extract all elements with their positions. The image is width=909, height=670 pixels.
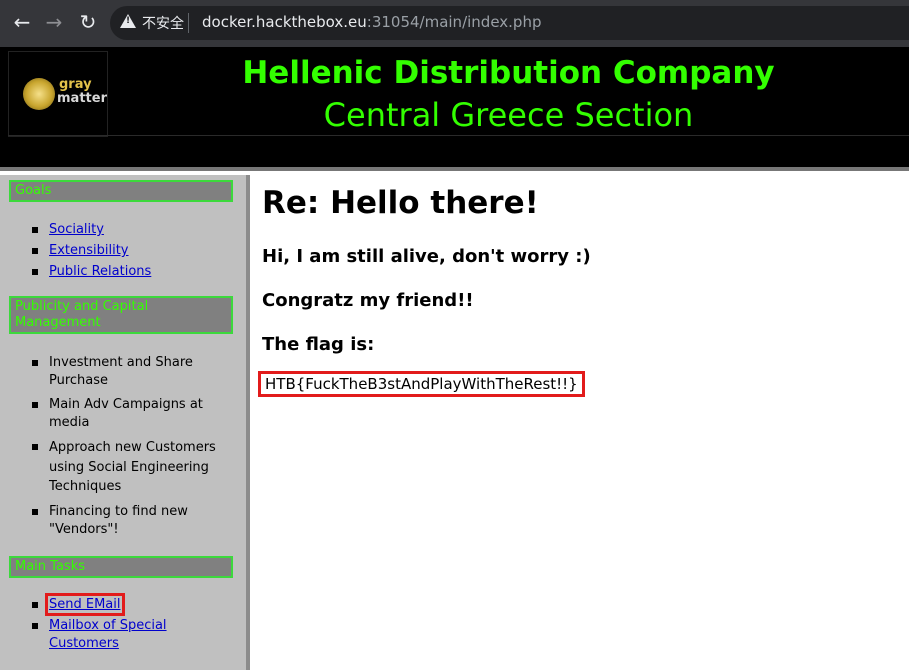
message-line-1: Hi, I am still alive, don't worry :) (262, 246, 591, 267)
publicity-list: Investment and Share Purchase Main Adv C… (30, 354, 230, 539)
link-public-relations[interactable]: Public Relations (49, 264, 151, 279)
sidebar: Goals Sociality Extensibility Public Rel… (0, 175, 250, 670)
list-item: Approach new Customers using Social Engi… (30, 438, 230, 497)
back-icon[interactable]: ← (10, 10, 34, 34)
address-divider (188, 13, 189, 33)
site-header: gray matter Hellenic Distribution Compan… (0, 47, 909, 171)
sidebar-title-main-tasks: Main Tasks (9, 556, 233, 578)
url-path: :31054/main/index.php (366, 13, 542, 31)
url-text[interactable]: docker.hackthebox.eu:31054/main/index.ph… (202, 13, 541, 31)
reload-icon[interactable]: ↻ (76, 10, 100, 34)
section-subtitle: Central Greece Section (323, 96, 694, 134)
main-content: Re: Hello there! Hi, I am still alive, d… (254, 175, 909, 670)
list-item: Main Adv Campaigns at media (30, 396, 230, 432)
list-item: Sociality (30, 221, 230, 242)
list-item: Investment and Share Purchase (30, 354, 230, 390)
list-item: Extensibility (30, 242, 230, 263)
message-line-2: Congratz my friend!! (262, 290, 474, 311)
link-sociality[interactable]: Sociality (49, 222, 104, 237)
list-item: Mailbox of Special Customers (30, 617, 230, 653)
message-line-3: The flag is: (262, 334, 375, 355)
browser-toolbar: ← → ↻ ! 不安全 docker.hackthebox.eu:31054/m… (0, 0, 909, 47)
link-send-email[interactable]: Send EMail (45, 593, 125, 616)
logo-emblem-icon (23, 78, 55, 110)
list-item: Financing to find new "Vendors"! (30, 503, 230, 539)
link-extensibility[interactable]: Extensibility (49, 243, 129, 258)
security-label[interactable]: 不安全 (142, 13, 184, 33)
sidebar-title-publicity: Publicity and Capital Management (9, 296, 233, 334)
goals-list: Sociality Extensibility Public Relations (30, 221, 230, 284)
logo-text-bottom: matter (57, 91, 107, 106)
company-title: Hellenic Distribution Company (242, 55, 775, 91)
list-item: Public Relations (30, 263, 230, 284)
logo-text-top: gray (59, 77, 92, 92)
list-item: Send EMail (30, 593, 230, 617)
header-divider (8, 135, 909, 136)
logo: gray matter (8, 51, 108, 137)
flag-value: HTB{FuckTheB3stAndPlayWithTheRest!!} (258, 371, 585, 397)
link-mailbox-special-customers[interactable]: Mailbox of Special Customers (49, 618, 167, 651)
forward-icon[interactable]: → (42, 10, 66, 34)
tasks-list: Send EMail Mailbox of Special Customers (30, 593, 230, 653)
message-title: Re: Hello there! (262, 185, 539, 221)
sidebar-title-goals: Goals (9, 180, 233, 202)
url-host: docker.hackthebox.eu (202, 13, 367, 31)
